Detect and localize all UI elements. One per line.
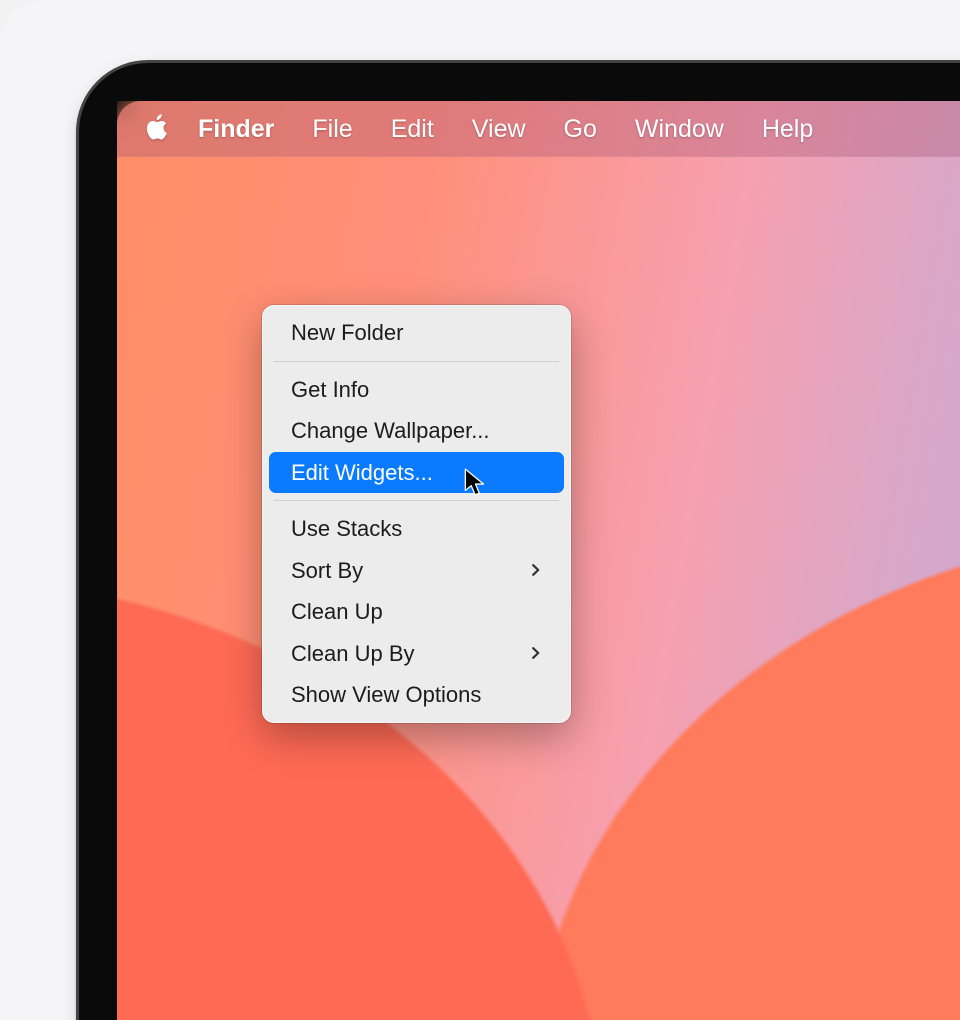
menubar-item-view[interactable]: View xyxy=(453,101,545,157)
menu-item-label: Change Wallpaper... xyxy=(291,417,490,445)
menubar-item-file[interactable]: File xyxy=(293,101,371,157)
menu-item-sort-by[interactable]: Sort By xyxy=(269,550,564,592)
apple-logo-icon xyxy=(144,111,170,148)
menu-separator xyxy=(274,500,559,501)
menu-item-edit-widgets[interactable]: Edit Widgets... xyxy=(269,452,564,494)
menu-item-label: Show View Options xyxy=(291,681,481,709)
menu-item-use-stacks[interactable]: Use Stacks xyxy=(269,508,564,550)
page: Finder File Edit View Go Window Help New… xyxy=(0,0,960,1020)
menu-item-label: Sort By xyxy=(291,557,363,585)
menu-item-clean-up[interactable]: Clean Up xyxy=(269,591,564,633)
menu-item-show-view-options[interactable]: Show View Options xyxy=(269,674,564,716)
menu-item-label: Clean Up By xyxy=(291,640,415,668)
menu-item-change-wallpaper[interactable]: Change Wallpaper... xyxy=(269,410,564,452)
desktop-context-menu: New Folder Get Info Change Wallpaper... … xyxy=(262,305,571,723)
menu-item-label: Edit Widgets... xyxy=(291,459,433,487)
menubar-item-go[interactable]: Go xyxy=(545,101,616,157)
menubar-app-name[interactable]: Finder xyxy=(179,101,293,157)
menubar: Finder File Edit View Go Window Help xyxy=(117,101,960,157)
device-bezel: Finder File Edit View Go Window Help New… xyxy=(79,63,960,1020)
apple-menu[interactable] xyxy=(135,101,179,157)
menu-item-label: New Folder xyxy=(291,319,403,347)
menubar-item-help[interactable]: Help xyxy=(743,101,832,157)
menubar-item-edit[interactable]: Edit xyxy=(372,101,453,157)
menu-item-label: Get Info xyxy=(291,376,369,404)
menu-item-clean-up-by[interactable]: Clean Up By xyxy=(269,633,564,675)
menu-item-label: Use Stacks xyxy=(291,515,402,543)
screen: Finder File Edit View Go Window Help New… xyxy=(117,101,960,1020)
menubar-item-window[interactable]: Window xyxy=(616,101,743,157)
device-frame: Finder File Edit View Go Window Help New… xyxy=(76,60,960,1020)
menu-separator xyxy=(274,361,559,362)
chevron-right-icon xyxy=(530,564,542,576)
chevron-right-icon xyxy=(530,647,542,659)
menu-item-get-info[interactable]: Get Info xyxy=(269,369,564,411)
menu-item-new-folder[interactable]: New Folder xyxy=(269,312,564,354)
menu-item-label: Clean Up xyxy=(291,598,383,626)
